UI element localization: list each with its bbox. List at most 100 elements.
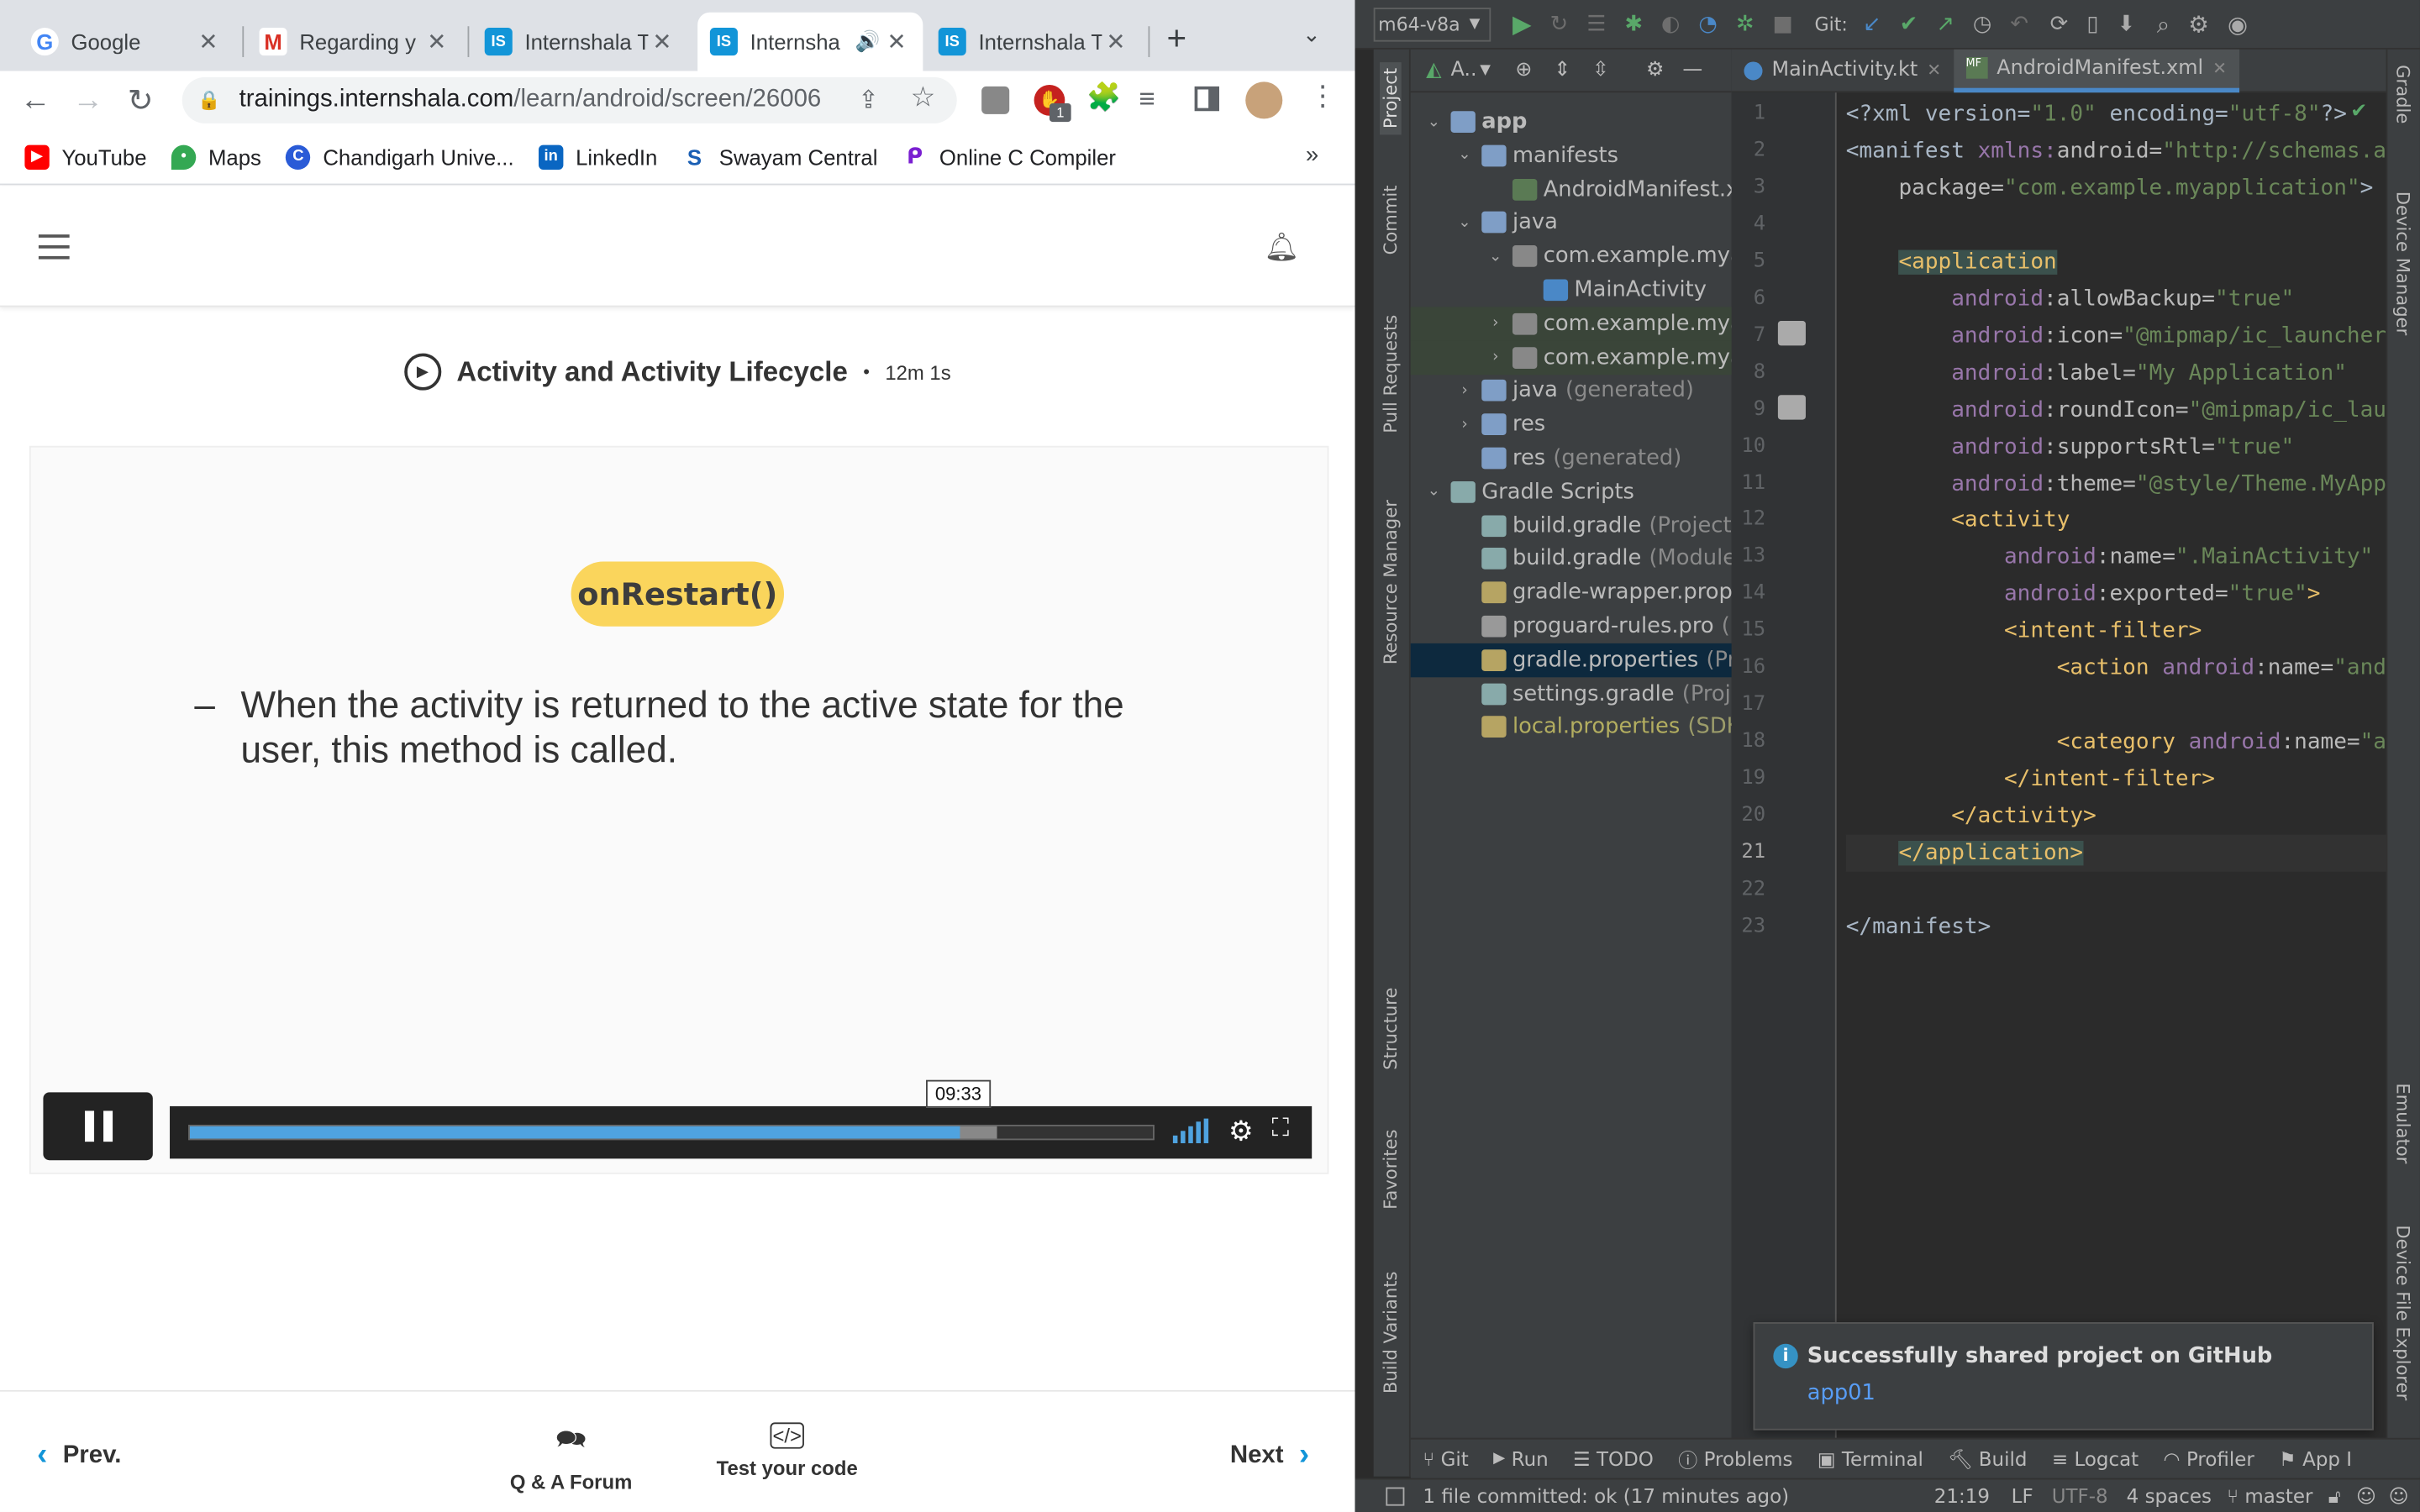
tree-node[interactable]: AndroidManifest.x bbox=[1411, 172, 1732, 206]
settings-gear-icon[interactable]: ⚙ bbox=[2188, 10, 2209, 38]
side-panel-icon[interactable] bbox=[1194, 86, 1219, 112]
tree-node[interactable]: build.gradle (Project: bbox=[1411, 508, 1732, 542]
code-line[interactable]: </manifest> bbox=[1846, 909, 1991, 946]
expand-all-icon[interactable]: ⇕ bbox=[1554, 59, 1570, 82]
tree-node[interactable]: settings.gradle (Proj bbox=[1411, 677, 1732, 711]
apply-changes-icon[interactable]: ☰ bbox=[1586, 12, 1606, 36]
chevron-right-icon[interactable]: › bbox=[1485, 349, 1507, 365]
extension-icon[interactable] bbox=[981, 86, 1010, 114]
fullscreen-icon[interactable]: ⛶ bbox=[1271, 1116, 1289, 1143]
notification-link[interactable]: app01 bbox=[1807, 1381, 1876, 1405]
options-gear-icon[interactable]: ⚙ bbox=[1646, 59, 1664, 82]
todo-tool-tab[interactable]: ☰ TODO bbox=[1573, 1447, 1654, 1471]
tab-google[interactable]: G Google ✕ bbox=[18, 13, 234, 71]
code-line[interactable]: </application> bbox=[1845, 834, 2386, 872]
tree-node[interactable]: ⌄ app bbox=[1411, 105, 1732, 139]
tree-node[interactable]: › com.example.mya bbox=[1410, 307, 1732, 341]
device-manager-icon[interactable]: ▯ bbox=[2086, 12, 2098, 36]
new-tab-plus-icon[interactable]: + bbox=[1167, 18, 1187, 59]
code-line[interactable]: android:allowBackup="true" bbox=[1846, 281, 2294, 318]
test-code-button[interactable]: </> Test your code bbox=[710, 1422, 865, 1479]
sdk-manager-icon[interactable]: ⬇ bbox=[2117, 12, 2135, 36]
code-line[interactable]: </intent-filter> bbox=[1846, 761, 2215, 798]
code-line[interactable]: android:roundIcon="@mipmap/ic_lau bbox=[1846, 391, 2386, 428]
tree-node[interactable]: local.properties(SDK bbox=[1411, 711, 1732, 744]
code-editor[interactable]: <?xml version="1.0" encoding="utf-8"?> <m… bbox=[1837, 92, 2386, 1438]
bookmarks-overflow-icon[interactable]: » bbox=[1306, 142, 1318, 168]
git-branch[interactable]: master bbox=[2244, 1484, 2312, 1508]
smiley-feedback-icon[interactable]: ☺ bbox=[2356, 1484, 2376, 1508]
chevron-right-icon[interactable]: › bbox=[1454, 382, 1476, 399]
volume-bars-icon[interactable] bbox=[1172, 1118, 1209, 1143]
terminal-tool-tab[interactable]: ▣ Terminal bbox=[1818, 1447, 1923, 1471]
git-rollback-icon[interactable]: ↶ bbox=[2010, 12, 2028, 36]
build-variants-tool-tab[interactable]: Build Variants bbox=[1380, 1271, 1402, 1394]
lock-icon[interactable]: 🔓︎ bbox=[2328, 1483, 2341, 1508]
structure-tool-tab[interactable]: Structure bbox=[1380, 987, 1402, 1069]
logcat-tool-tab[interactable]: ≡ Logcat bbox=[2052, 1447, 2139, 1471]
debug-attach-icon[interactable]: ✲ bbox=[1736, 12, 1754, 36]
bookmark-online-c[interactable]: ᑭ Online C Compiler bbox=[902, 144, 1116, 170]
tree-node[interactable]: ⌄ com.example.mya bbox=[1411, 239, 1732, 273]
settings-gear-icon[interactable]: ⚙ bbox=[1228, 1116, 1254, 1148]
tree-node[interactable]: › java (generated) bbox=[1411, 374, 1732, 407]
indent-setting[interactable]: 4 spaces bbox=[2127, 1484, 2212, 1508]
close-icon[interactable]: ✕ bbox=[194, 28, 222, 55]
problems-tool-tab[interactable]: ⓘ Problems bbox=[1678, 1444, 1792, 1473]
tab-search-chevron-icon[interactable]: ⌄ bbox=[1302, 22, 1321, 48]
commit-tool-tab[interactable]: Commit bbox=[1380, 185, 1402, 255]
code-line[interactable]: <manifest xmlns:android="http://schemas.… bbox=[1846, 133, 2386, 170]
code-line[interactable]: <category android:name="a bbox=[1846, 724, 2386, 761]
resource-manager-tool-tab[interactable]: Resource Manager bbox=[1380, 500, 1402, 664]
project-view-selector[interactable]: A.. bbox=[1450, 59, 1476, 82]
file-encoding[interactable]: UTF-8 bbox=[2052, 1484, 2108, 1508]
app-inspection-tool-tab[interactable]: ⚑ App I bbox=[2279, 1447, 2352, 1471]
next-button[interactable]: Next › bbox=[1230, 1438, 1309, 1473]
tree-node[interactable]: ⌄ java bbox=[1411, 206, 1732, 239]
code-line[interactable]: android:exported="true"> bbox=[1846, 576, 2321, 613]
media-controls-icon[interactable]: ≡ bbox=[1139, 83, 1155, 116]
tree-node[interactable]: gradle.properties (Pr bbox=[1410, 643, 1732, 677]
tree-node[interactable]: gradle-wrapper.prop bbox=[1411, 575, 1732, 609]
code-line[interactable]: android:supportsRtl="true" bbox=[1846, 428, 2294, 465]
bell-icon[interactable]: 🔔︎ bbox=[1264, 232, 1299, 265]
tree-node[interactable]: ⌄ Gradle Scripts bbox=[1411, 475, 1732, 508]
editor-tab-mainactivity[interactable]: MainActivity.kt ✕ bbox=[1732, 49, 1954, 92]
progress-track[interactable] bbox=[188, 1124, 1155, 1141]
device-file-explorer-tool-tab[interactable]: Device File Explorer bbox=[2392, 1225, 2414, 1400]
run-icon[interactable]: ▶ bbox=[1512, 9, 1532, 39]
build-tool-tab[interactable]: 🔨︎ Build bbox=[1948, 1446, 2027, 1471]
close-icon[interactable]: ✕ bbox=[883, 28, 911, 55]
tab-internshala[interactable]: IS Internshala T ✕ bbox=[472, 13, 688, 71]
code-line[interactable]: <?xml version="1.0" encoding="utf-8"?> bbox=[1846, 96, 2347, 133]
bookmark-youtube[interactable]: ▶ YouTube bbox=[24, 144, 147, 170]
bookmark-linkedin[interactable]: in LinkedIn bbox=[539, 144, 657, 170]
stop-icon[interactable]: ■ bbox=[1772, 12, 1792, 36]
locate-target-icon[interactable]: ⊕ bbox=[1515, 59, 1532, 82]
tree-node[interactable]: › com.example.mya bbox=[1410, 340, 1732, 375]
code-line[interactable]: <application bbox=[1846, 244, 2057, 281]
chevron-down-icon[interactable]: ⌄ bbox=[1454, 147, 1476, 164]
device-selector[interactable]: m64-v8a ▼ bbox=[1373, 7, 1491, 41]
hide-panel-icon[interactable]: — bbox=[1682, 59, 1702, 82]
git-history-icon[interactable]: ◷ bbox=[1973, 12, 1991, 36]
kebab-menu-icon[interactable]: ⋮ bbox=[1309, 81, 1337, 113]
code-line[interactable]: package="com.example.myapplication"> bbox=[1846, 170, 2373, 207]
cursor-position[interactable]: 21:19 bbox=[1934, 1484, 1990, 1508]
bookmark-swayam[interactable]: S Swayam Central bbox=[681, 144, 877, 170]
tab-internshala-active[interactable]: IS Internsha 🔊 ✕ bbox=[697, 12, 923, 71]
pull-requests-tool-tab[interactable]: Pull Requests bbox=[1380, 315, 1402, 433]
git-commit-icon[interactable]: ✔ bbox=[1900, 12, 1918, 36]
close-icon[interactable]: ✕ bbox=[1927, 60, 1941, 81]
close-icon[interactable]: ✕ bbox=[1102, 28, 1129, 55]
git-tool-tab[interactable]: ⑂ Git bbox=[1423, 1447, 1468, 1471]
profiler-tool-tab[interactable]: ◠ Profiler bbox=[2164, 1447, 2254, 1471]
tab-gmail[interactable]: M Regarding y ✕ bbox=[247, 13, 463, 71]
device-manager-tool-tab[interactable]: Device Manager bbox=[2392, 192, 2414, 336]
qa-forum-button[interactable]: 🗪 Q & A Forum bbox=[509, 1422, 633, 1494]
code-line[interactable]: <intent-filter> bbox=[1846, 613, 2202, 650]
toggle-tool-windows-icon[interactable] bbox=[1386, 1486, 1405, 1505]
rerun-icon[interactable]: ↻ bbox=[1550, 12, 1569, 36]
chevron-down-icon[interactable]: ⌄ bbox=[1423, 483, 1444, 500]
close-icon[interactable]: ✕ bbox=[423, 28, 450, 55]
